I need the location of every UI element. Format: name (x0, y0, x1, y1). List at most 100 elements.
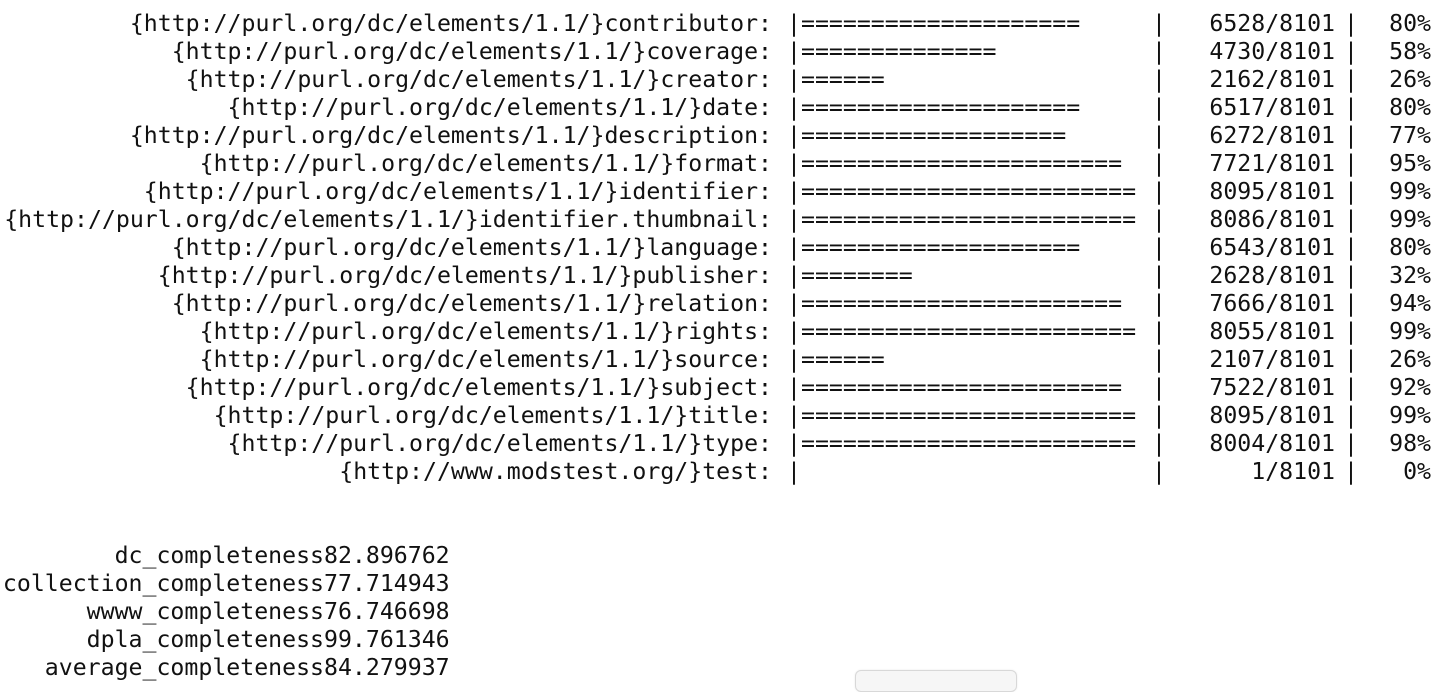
record-count: 8055/8101 (1209, 318, 1335, 345)
completeness-bar: ==================== (801, 234, 1081, 261)
percent-value: 99% (1389, 206, 1431, 233)
completeness-bar: ======================= (801, 290, 1123, 317)
field-name: {http://purl.org/dc/elements/1.1/}contri… (129, 10, 772, 37)
record-count: 7666/8101 (1209, 290, 1335, 317)
bar-close-pipe: | (1152, 290, 1166, 317)
percent-value: 92% (1389, 374, 1431, 401)
column-separator: | (1344, 234, 1358, 261)
record-count: 7721/8101 (1209, 150, 1335, 177)
record-count: 8095/8101 (1209, 402, 1335, 429)
field-name: {http://purl.org/dc/elements/1.1/}identi… (143, 178, 772, 205)
completeness-bar: ====== (801, 66, 885, 93)
column-separator: | (1344, 10, 1358, 37)
record-count: 6517/8101 (1209, 94, 1335, 121)
column-separator: | (1344, 374, 1358, 401)
percent-value: 80% (1389, 234, 1431, 261)
table-row: {http://purl.org/dc/elements/1.1/}creato… (0, 66, 1437, 94)
field-name: {http://purl.org/dc/elements/1.1/}subjec… (185, 374, 772, 401)
field-name: {http://purl.org/dc/elements/1.1/}title: (213, 402, 772, 429)
table-row: {http://purl.org/dc/elements/1.1/}source… (0, 346, 1437, 374)
column-separator: | (1344, 150, 1358, 177)
bar-open-pipe: | (787, 374, 801, 401)
field-name: {http://purl.org/dc/elements/1.1/}identi… (4, 206, 772, 233)
bar-open-pipe: | (787, 94, 801, 121)
metric-value: 84.279937 (324, 654, 450, 681)
percent-value: 95% (1389, 150, 1431, 177)
table-row: {http://purl.org/dc/elements/1.1/}publis… (0, 262, 1437, 290)
column-separator: | (1344, 206, 1358, 233)
metric-value: 99.761346 (324, 626, 450, 653)
field-name: {http://purl.org/dc/elements/1.1/}rights… (199, 318, 772, 345)
percent-value: 26% (1389, 346, 1431, 373)
bar-open-pipe: | (787, 122, 801, 149)
percent-value: 80% (1389, 94, 1431, 121)
record-count: 6528/8101 (1209, 10, 1335, 37)
column-separator: | (1344, 346, 1358, 373)
bar-open-pipe: | (787, 458, 801, 485)
bar-close-pipe: | (1152, 430, 1166, 457)
bar-close-pipe: | (1152, 458, 1166, 485)
column-separator: | (1344, 290, 1358, 317)
completeness-bar: ======================== (801, 318, 1137, 345)
column-separator: | (1344, 262, 1358, 289)
bar-open-pipe: | (787, 206, 801, 233)
bar-close-pipe: | (1152, 262, 1166, 289)
bar-close-pipe: | (1152, 10, 1166, 37)
metric-row: collection_completeness 77.714943 (0, 570, 1437, 598)
table-row: {http://www.modstest.org/}test: | | 1/8101 |… (0, 458, 1437, 486)
field-name: {http://purl.org/dc/elements/1.1/}covera… (171, 38, 772, 65)
metric-row: dc_completeness 82.896762 (0, 542, 1437, 570)
completeness-bar: =================== (801, 122, 1067, 149)
record-count: 8004/8101 (1209, 430, 1335, 457)
bar-close-pipe: | (1152, 66, 1166, 93)
percent-value: 99% (1389, 318, 1431, 345)
field-name: {http://purl.org/dc/elements/1.1/}publis… (157, 262, 772, 289)
bar-close-pipe: | (1152, 150, 1166, 177)
bar-close-pipe: | (1152, 318, 1166, 345)
column-separator: | (1344, 402, 1358, 429)
record-count: 1/8101 (1251, 458, 1335, 485)
bar-close-pipe: | (1152, 122, 1166, 149)
table-row: {http://purl.org/dc/elements/1.1/}relati… (0, 290, 1437, 318)
column-separator: | (1344, 430, 1358, 457)
table-row: {http://purl.org/dc/elements/1.1/}rights… (0, 318, 1437, 346)
column-separator: | (1344, 178, 1358, 205)
percent-value: 0% (1403, 458, 1431, 485)
completeness-bar: ==================== (801, 10, 1081, 37)
table-row: {http://purl.org/dc/elements/1.1/}title:… (0, 402, 1437, 430)
metric-name: collection_completeness (2, 570, 324, 597)
record-count: 6543/8101 (1209, 234, 1335, 261)
bar-open-pipe: | (787, 178, 801, 205)
record-count: 8095/8101 (1209, 178, 1335, 205)
field-name: {http://www.modstest.org/}test: (339, 458, 772, 485)
bar-close-pipe: | (1152, 38, 1166, 65)
completeness-bar: ==================== (801, 94, 1081, 121)
scroll-indicator[interactable] (855, 670, 1017, 692)
field-name: {http://purl.org/dc/elements/1.1/}source… (199, 346, 772, 373)
completeness-bar: ======================= (801, 150, 1123, 177)
table-row: {http://purl.org/dc/elements/1.1/}subjec… (0, 374, 1437, 402)
metric-row: average_completeness 84.279937 (0, 654, 1437, 682)
percent-value: 32% (1389, 262, 1431, 289)
bar-open-pipe: | (787, 10, 801, 37)
percent-value: 26% (1389, 66, 1431, 93)
record-count: 2107/8101 (1209, 346, 1335, 373)
bar-open-pipe: | (787, 402, 801, 429)
completeness-bar: ====== (801, 346, 885, 373)
bar-open-pipe: | (787, 262, 801, 289)
record-count: 6272/8101 (1209, 122, 1335, 149)
record-count: 2162/8101 (1209, 66, 1335, 93)
metric-row: dpla_completeness 99.761346 (0, 626, 1437, 654)
completeness-bar: ======================== (801, 402, 1137, 429)
metric-name: average_completeness (44, 654, 324, 681)
field-name: {http://purl.org/dc/elements/1.1/}date: (227, 94, 772, 121)
column-separator: | (1344, 458, 1358, 485)
bar-close-pipe: | (1152, 206, 1166, 233)
column-separator: | (1344, 38, 1358, 65)
bar-close-pipe: | (1152, 346, 1166, 373)
metric-name: dc_completeness (114, 542, 324, 569)
percent-value: 99% (1389, 178, 1431, 205)
field-name: {http://purl.org/dc/elements/1.1/}creato… (185, 66, 772, 93)
completeness-bar: ======================== (801, 430, 1137, 457)
bar-open-pipe: | (787, 66, 801, 93)
